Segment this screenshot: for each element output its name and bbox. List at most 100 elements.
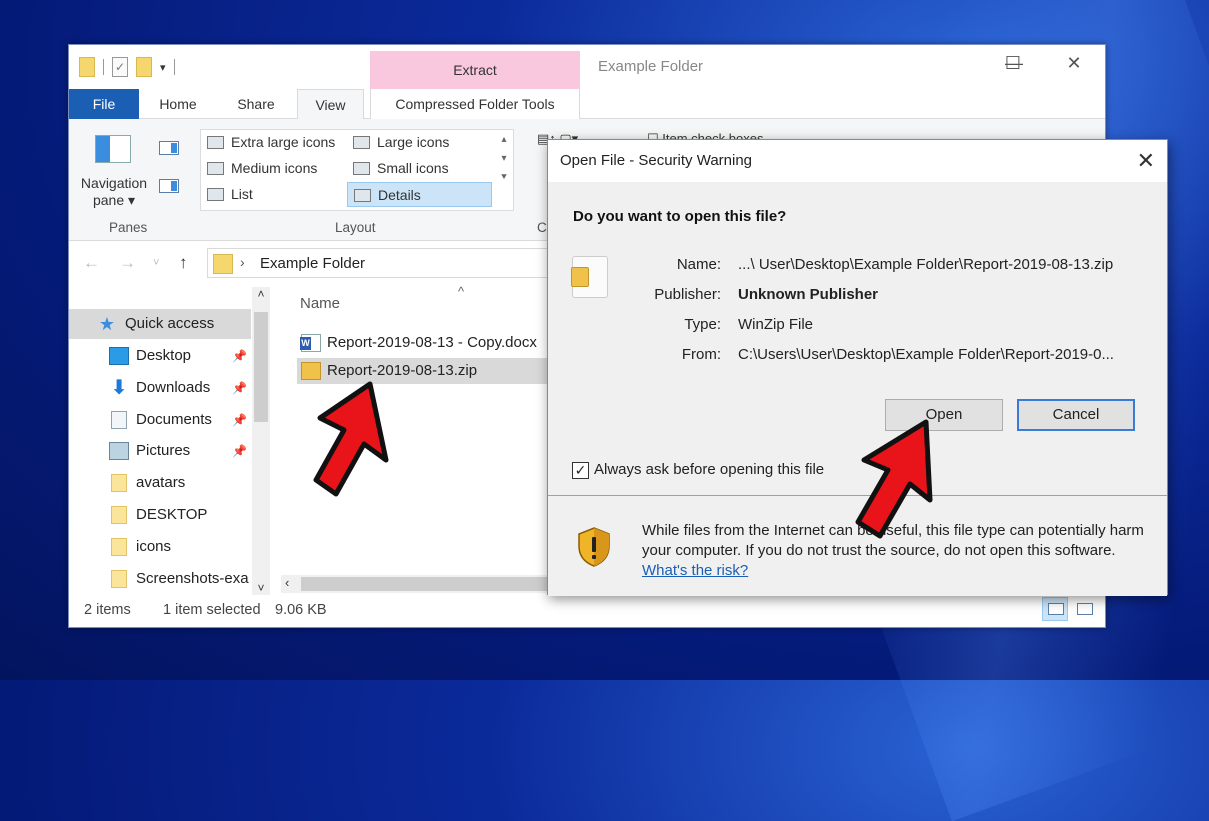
window-title: Example Folder: [598, 58, 704, 75]
selection-status: 1 item selected: [163, 602, 261, 618]
dialog-question: Do you want to open this file?: [573, 208, 787, 225]
sidebar-item-screenshots[interactable]: Screenshots-exa: [69, 564, 251, 594]
maximize-icon[interactable]: ☐: [993, 53, 1033, 74]
sidebar-item-label: Quick access: [125, 315, 215, 332]
quick-access-toolbar: ✓ ▾: [79, 57, 175, 77]
tab-share[interactable]: Share: [221, 89, 291, 119]
recent-locations-icon[interactable]: ˅: [153, 257, 159, 269]
extra-large-icons-icon: [207, 136, 224, 149]
folder-icon: [213, 254, 233, 274]
gallery-more-icon[interactable]: ⯆: [495, 172, 513, 183]
sidebar-item-label: Documents: [136, 411, 212, 428]
sidebar-item-label: Screenshots-exa: [136, 570, 249, 587]
layout-extra-large-icons[interactable]: Extra large icons: [201, 130, 346, 155]
info-row-publisher: Publisher: Unknown Publisher: [548, 286, 1167, 308]
sidebar-item-avatars[interactable]: avatars: [69, 468, 251, 498]
back-button[interactable]: ←: [83, 253, 100, 273]
layout-medium-icons[interactable]: Medium icons: [201, 156, 346, 181]
up-button[interactable]: ↑: [179, 253, 188, 273]
breadcrumb-chevron-icon[interactable]: ›: [240, 254, 245, 270]
sidebar-item-desktop-folder[interactable]: DESKTOP: [69, 500, 251, 530]
sidebar-item-pictures[interactable]: Pictures 📌: [69, 436, 251, 466]
desktop-icon: [109, 347, 129, 365]
pin-icon[interactable]: 📌: [232, 341, 247, 371]
details-pane-icon[interactable]: [159, 179, 179, 193]
warning-shield-icon: [578, 527, 610, 567]
properties-icon[interactable]: [79, 57, 95, 77]
scroll-down-icon[interactable]: ˅: [252, 581, 270, 595]
sidebar-scrollbar[interactable]: ˄ ˅: [252, 287, 270, 595]
small-icons-icon: [353, 162, 370, 175]
layout-item-label: Large icons: [377, 134, 450, 150]
layout-item-label: Extra large icons: [231, 134, 336, 150]
extract-context-tab[interactable]: Extract: [370, 51, 580, 89]
navigation-pane-button[interactable]: Navigation pane ▾: [77, 175, 151, 209]
layout-gallery-scroll[interactable]: ▴ ▾ ⯆: [495, 130, 513, 210]
dialog-close-button[interactable]: ✕: [1137, 148, 1155, 174]
tab-file[interactable]: File: [69, 89, 139, 119]
navigation-pane: ★ Quick access Desktop 📌 ⬇ Downloads 📌 D…: [69, 285, 273, 595]
info-row-from: From: C:\Users\User\Desktop\Example Fold…: [548, 346, 1167, 368]
forward-button[interactable]: →: [119, 253, 136, 273]
large-icons-icon: [353, 136, 370, 149]
info-value: WinZip File: [738, 316, 814, 333]
close-window-button[interactable]: ✕: [1054, 53, 1094, 74]
pin-icon[interactable]: 📌: [232, 405, 247, 435]
details-view-button[interactable]: [1042, 597, 1068, 621]
tab-compressed-folder-tools[interactable]: Compressed Folder Tools: [370, 89, 580, 119]
info-label: Publisher:: [654, 286, 721, 303]
layout-list[interactable]: List: [201, 182, 346, 207]
new-folder-icon[interactable]: [136, 57, 152, 77]
sidebar-item-label: Downloads: [136, 379, 211, 396]
cancel-button[interactable]: Cancel: [1017, 399, 1135, 431]
info-value: C:\Users\User\Desktop\Example Folder\Rep…: [738, 346, 1114, 363]
medium-icons-icon: [207, 162, 224, 175]
sidebar-item-downloads[interactable]: ⬇ Downloads 📌: [69, 373, 251, 403]
title-bar: ✓ ▾ Extract Example Folder —: [69, 45, 1105, 89]
file-row[interactable]: Report-2019-08-13 - Copy.docx: [297, 330, 587, 356]
column-header-name[interactable]: Name: [300, 295, 340, 312]
sidebar-item-label: Desktop: [136, 347, 192, 364]
info-value: Unknown Publisher: [738, 286, 879, 303]
tab-view[interactable]: View: [297, 89, 364, 120]
sort-ascending-icon: ^: [458, 284, 465, 299]
layout-item-label: Small icons: [377, 160, 449, 176]
always-ask-label[interactable]: Always ask before opening this file: [594, 461, 824, 478]
scroll-left-icon[interactable]: ‹: [285, 575, 289, 590]
large-icons-view-button[interactable]: [1071, 597, 1097, 621]
whats-the-risk-link[interactable]: What's the risk?: [642, 562, 748, 579]
annotation-arrow-shape: [313, 381, 389, 497]
always-ask-checkbox[interactable]: ✓: [572, 462, 589, 479]
annotation-arrow-shape: [855, 419, 933, 539]
annotation-arrow-open: [855, 419, 933, 539]
sidebar-item-documents[interactable]: Documents 📌: [69, 405, 251, 435]
sidebar-item-label: icons: [136, 538, 172, 555]
sidebar-item-quick-access[interactable]: ★ Quick access: [69, 309, 251, 339]
preview-pane-icon[interactable]: [159, 141, 179, 155]
layout-details[interactable]: Details: [347, 182, 492, 207]
ribbon-tabs: File Home Share View Compressed Folder T…: [69, 89, 1105, 157]
sidebar-item-desktop[interactable]: Desktop 📌: [69, 341, 251, 371]
dialog-title-bar: Open File - Security Warning ✕: [548, 140, 1167, 182]
file-name: Report-2019-08-13.zip: [327, 362, 478, 379]
breadcrumb-example-folder[interactable]: Example Folder: [260, 255, 365, 272]
layout-small-icons[interactable]: Small icons: [347, 156, 492, 181]
pin-icon[interactable]: 📌: [232, 373, 247, 403]
details-icon: [354, 189, 371, 202]
scroll-up-icon[interactable]: ˄: [252, 287, 270, 301]
customize-toolbar-dropdown-icon[interactable]: ▾: [160, 61, 166, 74]
tab-home[interactable]: Home: [145, 89, 211, 119]
large-icons-view-icon: [1077, 603, 1093, 615]
selection-size: 9.06 KB: [275, 602, 327, 618]
gallery-down-icon[interactable]: ▾: [495, 153, 513, 164]
checklist-icon[interactable]: ✓: [112, 57, 128, 77]
sidebar-item-label: avatars: [136, 474, 186, 491]
pin-icon[interactable]: 📌: [232, 436, 247, 466]
layout-large-icons[interactable]: Large icons: [347, 130, 492, 155]
sidebar-item-label: Pictures: [136, 442, 191, 459]
zip-icon: [301, 362, 321, 380]
scrollbar-thumb[interactable]: [254, 312, 268, 422]
navigation-pane-icon[interactable]: [95, 135, 131, 163]
sidebar-item-icons[interactable]: icons: [69, 532, 251, 562]
gallery-up-icon[interactable]: ▴: [495, 134, 513, 145]
